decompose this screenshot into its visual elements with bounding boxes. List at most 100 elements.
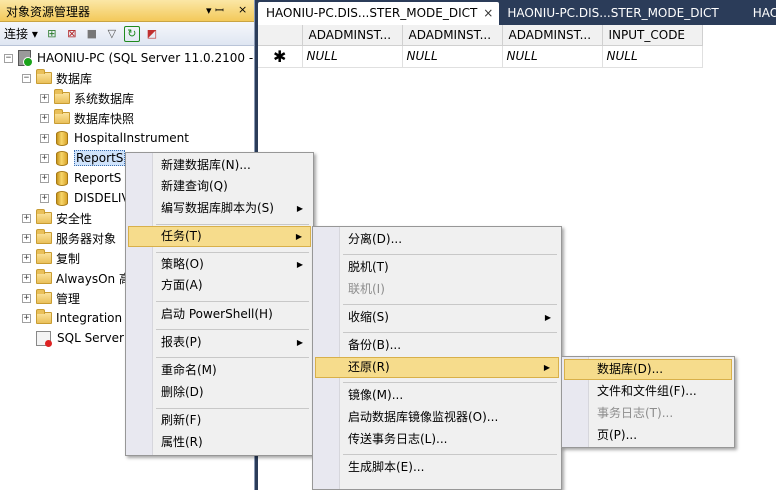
tree-label-sql-agent: SQL Server [57,331,124,345]
tree-node-sql-agent[interactable]: SQL Server [36,328,124,348]
tree-label-replication: 复制 [56,251,81,266]
expand-icon[interactable]: + [40,113,49,123]
menu-item-label: 重命名(M) [161,363,217,377]
menu-separator [343,304,557,305]
column-header[interactable]: ADADMINST... [302,25,403,46]
tree-node-management[interactable]: + 管理 [22,288,80,308]
menu-item-backup[interactable]: 备份(B)... [315,335,559,356]
expand-icon[interactable]: + [22,233,31,243]
menu-item-reports[interactable]: 报表(P) ▶ [128,332,311,353]
menu-item-label: 新建数据库(N)... [161,158,251,172]
menu-item-script-as[interactable]: 编写数据库脚本为(S) ▶ [128,198,311,219]
menu-item-refresh[interactable]: 刷新(F) [128,410,311,431]
menu-item-facets[interactable]: 方面(A) [128,275,311,296]
tree-node-databases[interactable]: − 数据库 [22,68,92,88]
close-icon[interactable]: × [238,3,247,16]
tree-label-db-hospital: HospitalInstrument [74,131,189,145]
new-row-marker-icon[interactable]: ✱ [258,45,303,68]
menu-item-take-offline[interactable]: 脱机(T) [315,257,559,278]
connect-object-explorer-icon[interactable]: ⊞ [44,26,60,42]
server-icon [18,50,33,67]
grid-cell[interactable]: NULL [602,45,703,68]
menu-item-log-shipping[interactable]: 传送事务日志(L)... [315,429,559,450]
close-icon[interactable]: × [483,6,493,20]
column-header[interactable]: ADADMINST... [402,25,503,46]
menu-item-label: 分离(D)... [348,232,403,246]
tree-node-integration[interactable]: + Integration [22,308,122,328]
tree-label-alwayson: AlwaysOn 高 [56,271,131,286]
menu-item-label: 任务(T) [161,229,202,243]
menu-item-rename[interactable]: 重命名(M) [128,360,311,381]
pin-icon[interactable]: ▾ ꟷ [206,3,224,18]
expand-icon[interactable]: + [22,313,31,323]
menu-item-properties[interactable]: 属性(R) [128,432,311,453]
menu-item-policies[interactable]: 策略(O) ▶ [128,254,311,275]
menu-item-restore-files-filegroups[interactable]: 文件和文件组(F)... [564,381,732,402]
expand-icon[interactable]: + [40,153,49,163]
menu-item-label: 编写数据库脚本为(S) [161,201,274,215]
tree-label-databases: 数据库 [56,71,93,86]
grid-cell[interactable]: NULL [402,45,503,68]
expand-icon[interactable]: + [22,253,31,263]
menu-item-label: 属性(R) [161,435,203,449]
tree-node-db-report-selected[interactable]: + ReportS [40,148,126,168]
connect-button[interactable]: 连接 ▾ [4,25,40,42]
tree-node-db-hospital[interactable]: + HospitalInstrument [40,128,189,148]
grid-cell[interactable]: NULL [302,45,403,68]
menu-item-new-database[interactable]: 新建数据库(N)... [128,155,311,176]
expand-icon[interactable]: + [22,213,31,223]
stop-icon[interactable]: ■ [84,26,100,42]
tree-node-snapshots[interactable]: + 数据库快照 [40,108,134,128]
expand-icon[interactable]: + [40,173,49,183]
tab-label: HAO [752,6,776,20]
column-header[interactable]: ADADMINST... [502,25,603,46]
menu-separator [343,332,557,333]
menu-item-restore-transaction-log: 事务日志(T)... [564,403,732,424]
column-header[interactable]: INPUT_CODE [602,25,703,46]
menu-item-label: 报表(P) [161,335,202,349]
menu-item-generate-scripts[interactable]: 生成脚本(E)... [315,457,559,478]
filter-icon[interactable]: ▽ [104,26,120,42]
collapse-icon[interactable]: − [4,53,13,63]
tree-node-alwayson[interactable]: + AlwaysOn 高 [22,268,131,288]
tree-node-db-report[interactable]: + ReportS [40,168,121,188]
tab-master-mode-dict[interactable]: HAONIU-PC.DIS...STER_MODE_DICT [499,2,726,25]
tab-third[interactable]: HAO [727,2,776,25]
menu-item-restore[interactable]: 还原(R) ▶ [315,357,559,378]
grid-cell[interactable]: NULL [502,45,603,68]
expand-icon[interactable]: + [22,273,31,283]
activity-monitor-icon[interactable]: ◩ [144,26,160,42]
expand-icon[interactable]: + [40,93,49,103]
expand-icon[interactable]: + [40,133,49,143]
tree-node-replication[interactable]: + 复制 [22,248,80,268]
tab-master-mode-dict-active[interactable]: HAONIU-PC.DIS...STER_MODE_DICT × [258,2,500,25]
tree-node-db-disdeliv[interactable]: + DISDELIV [40,188,130,208]
tree-node-server[interactable]: − HAONIU-PC (SQL Server 11.0.2100 - [4,48,253,68]
menu-item-new-query[interactable]: 新建查询(Q) [128,176,311,197]
tree-node-security[interactable]: + 安全性 [22,208,92,228]
menu-item-tasks[interactable]: 任务(T) ▶ [128,226,311,247]
menu-item-mirror-monitor[interactable]: 启动数据库镜像监视器(O)... [315,407,559,428]
menu-item-delete[interactable]: 删除(D) [128,382,311,403]
tree-node-server-objects[interactable]: + 服务器对象 [22,228,116,248]
menu-item-label: 策略(O) [161,257,204,271]
menu-item-restore-database[interactable]: 数据库(D)... [564,359,732,380]
menu-item-shrink[interactable]: 收缩(S) ▶ [315,307,559,328]
table-row-new[interactable]: ✱ NULL NULL NULL NULL [258,45,703,68]
submenu-arrow-icon: ▶ [296,260,303,269]
collapse-icon[interactable]: − [22,73,31,83]
tab-label: HAONIU-PC.DIS...STER_MODE_DICT [507,6,719,20]
menu-item-mirror[interactable]: 镜像(M)... [315,385,559,406]
refresh-icon[interactable]: ↻ [123,25,140,42]
menu-item-label: 启动 PowerShell(H) [161,307,273,321]
menu-item-label: 新建查询(Q) [161,179,228,193]
disconnect-icon[interactable]: ⊠ [64,26,80,42]
menu-separator [343,382,557,383]
menu-item-powershell[interactable]: 启动 PowerShell(H) [128,304,311,325]
menu-item-restore-page[interactable]: 页(P)... [564,425,732,446]
menu-item-detach[interactable]: 分离(D)... [315,229,559,250]
tree-node-system-databases[interactable]: + 系统数据库 [40,88,134,108]
expand-icon[interactable]: + [40,193,49,203]
expand-icon[interactable]: + [22,293,31,303]
tree-label-management: 管理 [56,291,81,306]
